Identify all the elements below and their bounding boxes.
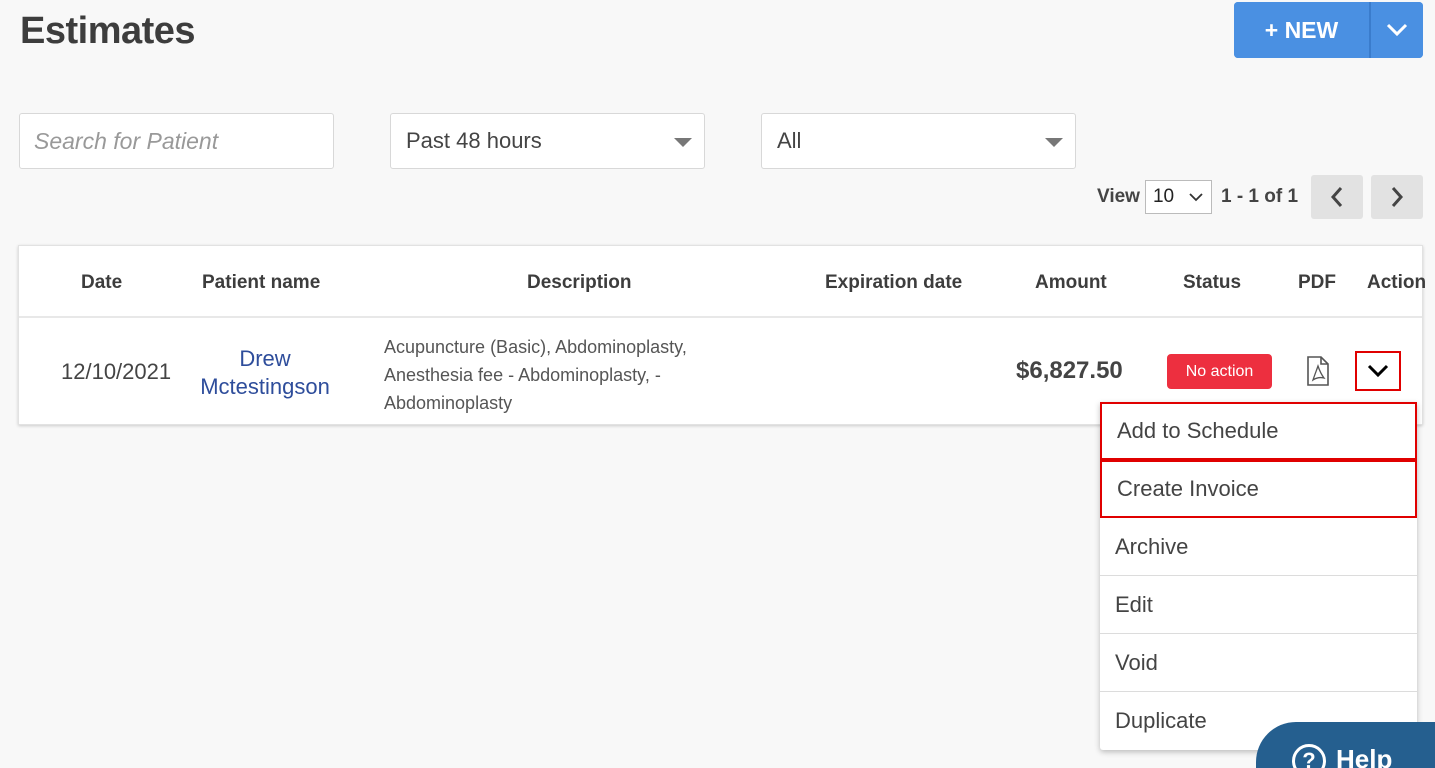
estimates-table: Date Patient name Description Expiration… (18, 245, 1426, 425)
column-header-date[interactable]: Date (81, 272, 122, 294)
new-button-group: + NEW (1234, 2, 1423, 58)
description-line: Acupuncture (Basic), Abdominoplasty, (384, 337, 687, 357)
patient-last-name: Mctestingson (200, 374, 330, 399)
description-line: Anesthesia fee - Abdominoplasty, - (384, 365, 661, 385)
status-filter-value: All (777, 128, 802, 153)
chevron-down-icon (1189, 193, 1203, 202)
table-header: Date Patient name Description Expiration… (19, 246, 1426, 318)
patient-first-name: Drew (239, 346, 291, 371)
chevron-down-icon (1367, 364, 1389, 378)
page-size-select[interactable]: 10 (1144, 180, 1212, 214)
column-header-description[interactable]: Description (527, 272, 632, 294)
caret-down-icon (1045, 138, 1063, 147)
chevron-down-icon (1386, 23, 1408, 37)
view-label: View (1097, 186, 1140, 207)
pagination: View 10 1 - 1 of 1 (1097, 175, 1424, 219)
caret-down-icon (674, 138, 692, 147)
new-button[interactable]: + NEW (1234, 2, 1369, 58)
new-options-button[interactable] (1369, 2, 1423, 58)
menu-item-void[interactable]: Void (1100, 634, 1417, 692)
date-range-select[interactable]: Past 48 hours (390, 113, 705, 169)
menu-item-create-invoice[interactable]: Create Invoice (1100, 460, 1417, 518)
chevron-right-icon (1391, 187, 1404, 207)
menu-item-archive[interactable]: Archive (1100, 518, 1417, 576)
column-header-patient[interactable]: Patient name (202, 272, 320, 294)
menu-item-edit[interactable]: Edit (1100, 576, 1417, 634)
column-header-expiration[interactable]: Expiration date (825, 272, 962, 294)
column-header-action: Action (1367, 272, 1427, 293)
page-size-value: 10 (1152, 186, 1175, 207)
column-header-amount[interactable]: Amount (1035, 272, 1107, 294)
patient-name-link[interactable]: Drew Mctestingson (189, 345, 341, 401)
menu-item-add-to-schedule[interactable]: Add to Schedule (1100, 402, 1417, 460)
help-button[interactable]: ? Help (1256, 722, 1435, 768)
page-range: 1 - 1 of 1 (1220, 186, 1299, 207)
estimate-date: 12/10/2021 (61, 359, 172, 384)
page-title: Estimates (20, 10, 196, 52)
status-badge: No action (1167, 354, 1272, 389)
prev-page-button[interactable] (1311, 175, 1364, 219)
estimate-description: Acupuncture (Basic), Abdominoplasty, Ane… (384, 333, 744, 417)
column-header-status[interactable]: Status (1183, 272, 1241, 294)
next-page-button[interactable] (1371, 175, 1424, 219)
pdf-download-button[interactable] (1306, 356, 1330, 391)
date-range-value: Past 48 hours (406, 128, 542, 153)
row-actions-menu: Add to Schedule Create Invoice Archive E… (1100, 402, 1417, 750)
status-filter-select[interactable]: All (761, 113, 1076, 169)
column-header-pdf: PDF (1298, 272, 1336, 293)
estimate-amount: $6,827.50 (1016, 357, 1123, 384)
help-label: Help (1336, 744, 1393, 768)
row-actions-toggle[interactable] (1355, 351, 1401, 391)
patient-search[interactable] (19, 113, 334, 169)
search-input[interactable] (34, 127, 334, 155)
pdf-file-icon (1307, 356, 1329, 386)
question-icon: ? (1292, 744, 1326, 768)
chevron-left-icon (1331, 187, 1343, 207)
description-line: Abdominoplasty (384, 393, 513, 413)
